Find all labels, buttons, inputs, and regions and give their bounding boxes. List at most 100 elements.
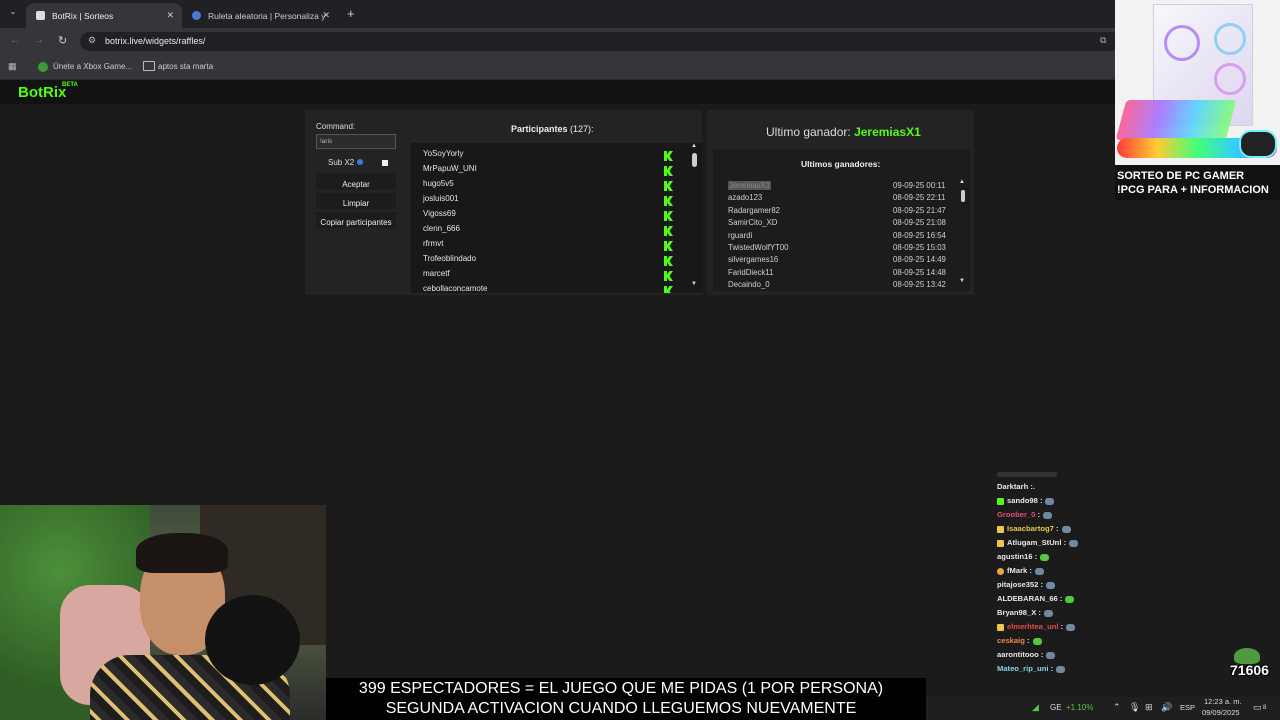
list-item: Radargamer82 08-09-25 21:47 <box>728 206 968 215</box>
bookmark-xbox[interactable]: Únete a Xbox Game... <box>53 62 132 71</box>
winner-name: Decaindo_0 <box>728 280 770 289</box>
scroll-thumb[interactable] <box>692 153 697 167</box>
copy-participants-button[interactable]: Copiar participantes <box>316 212 396 228</box>
participant-name: cebollaconcamote <box>423 284 488 293</box>
kick-icon <box>664 253 673 266</box>
stock-trend-icon: ◢ <box>1032 702 1039 712</box>
apps-grid-icon[interactable]: ▦ <box>8 61 17 72</box>
recent-winners-list[interactable]: JeremiasX1 09-09-25 00:11 azado123 08-09-2… <box>728 181 968 289</box>
scroll-up-icon[interactable]: ▲ <box>691 143 697 149</box>
clear-button[interactable]: Limpiar <box>316 193 396 209</box>
microphone-icon[interactable]: 🎙 <box>1129 702 1140 713</box>
tab-botrix[interactable]: BotRix | Sorteos ✕ <box>26 3 182 28</box>
recent-winners-title: Ultimos ganadores: <box>801 159 881 169</box>
chat-username: Darktarh <box>997 482 1029 491</box>
participant-name: Vigoss69 <box>423 209 456 218</box>
sub-badge-icon <box>997 525 1004 533</box>
chat-separator: : <box>1063 538 1067 547</box>
chat-separator: : <box>1050 664 1054 673</box>
fan-glow <box>1214 63 1246 95</box>
scroll-up-icon[interactable]: ▲ <box>959 179 965 185</box>
clear-label: Limpiar <box>342 199 370 208</box>
chat-message: Groober_0 : <box>997 509 1053 521</box>
chevron-up-icon[interactable]: ⌃ <box>1113 702 1121 713</box>
chat-separator: : <box>1060 622 1064 631</box>
tab-ruleta[interactable]: Ruleta aleatoria | Personaliza y ✕ <box>182 3 338 28</box>
winner-name: rguardi <box>728 230 753 240</box>
microphone <box>205 595 300 685</box>
scroll-down-icon[interactable]: ▼ <box>959 278 965 284</box>
gift-badge-icon <box>997 567 1004 575</box>
emote-icon <box>1043 511 1053 519</box>
tab-list-dropdown[interactable]: ⌄ <box>6 7 20 21</box>
reload-icon[interactable]: ↻ <box>58 34 67 47</box>
participant-name: clenn_666 <box>423 224 460 233</box>
winners-scrollbar[interactable]: ▲ ▼ <box>958 179 968 289</box>
botrix-logo[interactable]: BotRix <box>18 84 66 101</box>
command-input[interactable]: !aris <box>316 134 396 149</box>
close-tab-icon[interactable]: ✕ <box>322 10 330 21</box>
winner-date: 08-09-25 22:11 <box>893 193 946 203</box>
bookmark-aptos[interactable]: aptos sta marta <box>158 62 213 71</box>
kick-icon <box>664 238 673 251</box>
list-item: Decaindo_0 08-09-25 13:42 <box>728 280 968 289</box>
site-info-icon[interactable]: ⚙ <box>88 35 96 46</box>
sub-x2-checkbox[interactable] <box>382 160 388 166</box>
sub-x2-label: Sub X2 <box>328 158 355 167</box>
emote-icon <box>1046 581 1056 589</box>
volume-icon[interactable]: 🔊 <box>1161 702 1172 713</box>
chat-message: pitajose352 : <box>997 579 1056 591</box>
participant-name: YoSoyYorly <box>423 149 464 158</box>
scroll-thumb[interactable] <box>961 190 965 202</box>
follow-counter: 71606 <box>1230 662 1269 678</box>
chat-username: Mateo_rip_uni <box>997 664 1049 673</box>
botrix-favicon-icon <box>36 11 45 20</box>
participants-count: (127): <box>570 124 594 134</box>
list-item: TwistedWolfYT00 08-09-25 15:03 <box>728 243 968 252</box>
chat-separator: : <box>1040 580 1044 589</box>
participants-scrollbar[interactable]: ▲ ▼ <box>690 143 700 293</box>
wheel-favicon-icon <box>192 11 201 20</box>
participants-header: Participantes (127): <box>511 124 594 134</box>
chat-separator: : <box>1039 496 1043 505</box>
kick-icon <box>664 163 673 176</box>
participant-name: marcetf <box>423 269 450 278</box>
chat-message: ALDEBARAN_66 : <box>997 593 1075 605</box>
scroll-down-icon[interactable]: ▼ <box>691 281 697 287</box>
banner-line-2: SEGUNDA ACTIVACION CUANDO LLEGUEMOS NUEV… <box>385 700 857 717</box>
list-item: silvergames16 08-09-25 14:49 <box>728 255 968 264</box>
webcam-feed <box>0 505 326 720</box>
back-icon[interactable]: ← <box>10 35 20 46</box>
winner-name: Radargamer82 <box>728 205 781 215</box>
chat-message: agustin16 : <box>997 551 1050 563</box>
keyboard-image <box>1115 100 1237 140</box>
emote-icon <box>1045 497 1055 505</box>
last-winner: Ultimo ganador: JeremiasX1 <box>766 125 921 139</box>
accept-button[interactable]: Aceptar <box>316 174 396 190</box>
chat-text: . <box>1032 482 1036 491</box>
address-bar[interactable]: ⚙ botrix.live/widgets/raffles/ ⧉ <box>80 32 1120 51</box>
close-tab-icon[interactable]: ✕ <box>166 10 174 21</box>
bookmarks-bar: ▦ Únete a Xbox Game... aptos sta marta <box>0 55 1280 80</box>
chat-message: Isaacbartog7 : <box>997 523 1071 535</box>
translate-icon[interactable]: ⧉ <box>1100 35 1106 46</box>
network-icon[interactable]: ⊞ <box>1145 702 1153 713</box>
chat-message: aarontitooo : <box>997 649 1056 661</box>
emote-icon <box>1032 637 1042 645</box>
forward-icon[interactable]: → <box>34 35 44 46</box>
language-indicator[interactable]: ESP <box>1180 703 1195 712</box>
clock-time[interactable]: 12:23 a. m. <box>1204 697 1242 706</box>
person-hair <box>136 533 228 573</box>
notifications-icon[interactable]: ▭ <box>1253 702 1262 713</box>
chat-separator: : <box>1040 650 1044 659</box>
winner-name: TwistedWolfYT00 <box>728 243 789 252</box>
copy-participants-label: Copiar participantes <box>320 218 392 227</box>
emote-icon <box>1040 553 1050 561</box>
chat-separator: : <box>1037 510 1041 519</box>
chat-username: ALDEBARAN_66 <box>997 594 1058 603</box>
chat-username: Isaacbartog7 <box>1007 524 1054 533</box>
clock-date[interactable]: 09/09/2025 <box>1202 708 1240 717</box>
participants-list[interactable]: YoSoyYorly MrPapuW_UNI hugo5v5 josluis00… <box>411 143 702 293</box>
notification-count: 8 <box>1263 705 1267 711</box>
new-tab-button[interactable]: + <box>347 6 355 21</box>
